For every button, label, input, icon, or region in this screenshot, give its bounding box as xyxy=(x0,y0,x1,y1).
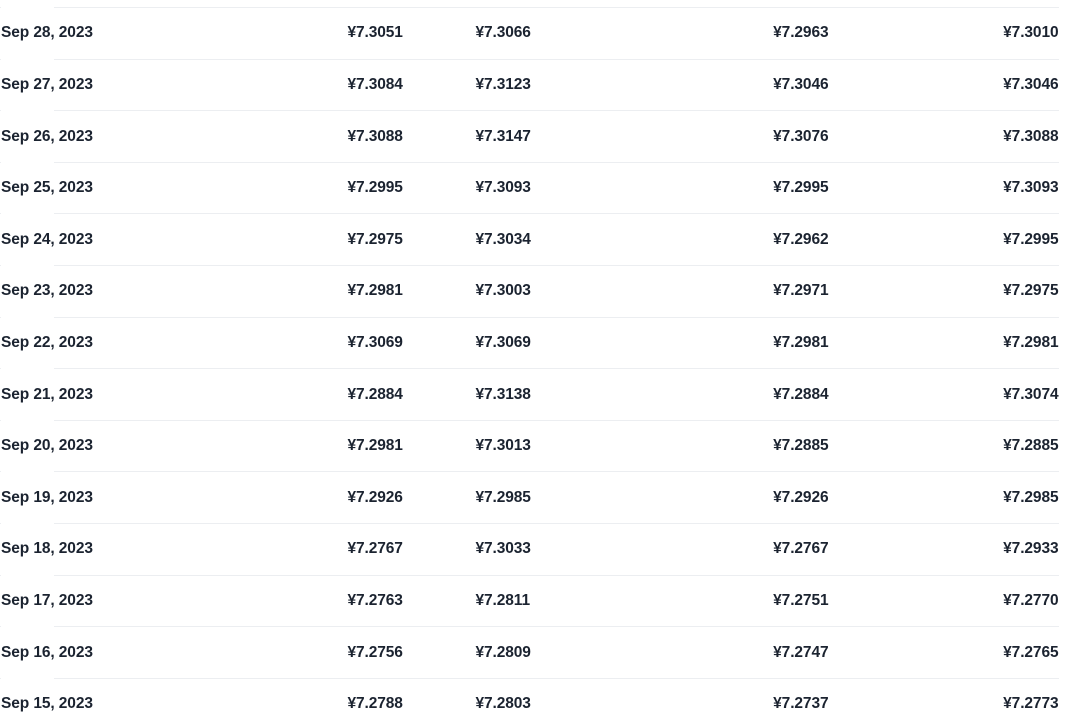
table-cell-low: ¥7.2985 xyxy=(703,0,829,9)
table-cell-open: ¥7.3084 xyxy=(347,59,476,112)
table-cell-close: ¥7.2981 xyxy=(828,317,1059,370)
table-row[interactable]: Sep 16, 2023 ¥7.2756 ¥7.2809 ¥7.2747 ¥7.2765 xyxy=(0,626,1059,679)
table-row[interactable]: Sep 23, 2023 ¥7.2981 ¥7.3003 ¥7.2971 ¥7.2975 xyxy=(0,265,1059,318)
table-cell-low: ¥7.2737 xyxy=(703,678,829,720)
table-cell-high: ¥7.3003 xyxy=(475,265,704,318)
table-cell-high: ¥7.3066 xyxy=(475,7,704,60)
table-cell-low: ¥7.2885 xyxy=(703,420,829,473)
table-row[interactable]: Sep 19, 2023 ¥7.2926 ¥7.2985 ¥7.2926 ¥7.2985 xyxy=(0,471,1059,525)
table-cell-close: ¥7.2995 xyxy=(828,213,1059,267)
table-cell-date: Sep 18, 2023 xyxy=(0,523,348,576)
table-cell-high: ¥7.3093 xyxy=(475,162,704,215)
table-cell-low: ¥7.2751 xyxy=(703,575,829,628)
table-cell-low: ¥7.2884 xyxy=(703,368,829,421)
table-cell-open: ¥7.2884 xyxy=(347,368,476,421)
table-row[interactable]: Sep 28, 2023 ¥7.3051 ¥7.3066 ¥7.2963 ¥7.3010 xyxy=(0,7,1059,60)
table-row[interactable]: Sep 17, 2023 ¥7.2763 ¥7.2811 ¥7.2751 ¥7.2770 xyxy=(0,575,1059,628)
table-row[interactable]: Sep 24, 2023 ¥7.2975 ¥7.3034 ¥7.2962 ¥7.2995 xyxy=(0,213,1059,267)
table-cell-high: ¥7.3055 xyxy=(475,0,704,9)
table-row[interactable]: Sep 18, 2023 ¥7.2767 ¥7.3033 ¥7.2767 ¥7.2933 xyxy=(0,523,1059,576)
table-cell-high: ¥7.3034 xyxy=(475,213,704,267)
table-cell-date: Sep 15, 2023 xyxy=(0,678,348,720)
table-cell-date: Sep 17, 2023 xyxy=(0,575,348,628)
table-cell-date: Sep 25, 2023 xyxy=(0,162,348,215)
table-cell-high: ¥7.2811 xyxy=(475,575,704,628)
table-cell-low: ¥7.2981 xyxy=(703,317,829,370)
exchange-rate-table-scroller[interactable]: Sep 29, 2023¥7.3011¥7.3055¥7.2985¥7.2985… xyxy=(0,0,1070,720)
table-cell-open: ¥7.2763 xyxy=(347,575,476,628)
table-cell-date: Sep 29, 2023 xyxy=(0,0,348,9)
table-cell-date: Sep 16, 2023 xyxy=(0,626,348,679)
table-cell-open: ¥7.3088 xyxy=(347,110,476,163)
table-cell-low: ¥7.2747 xyxy=(703,626,829,679)
table-cell-date: Sep 21, 2023 xyxy=(0,368,348,421)
table-cell-high: ¥7.3069 xyxy=(475,317,704,370)
table-cell-date: Sep 20, 2023 xyxy=(0,420,348,473)
exchange-rate-history-table: Sep 29, 2023¥7.3011¥7.3055¥7.2985¥7.2985… xyxy=(0,0,1059,720)
table-cell-close: ¥7.2885 xyxy=(828,420,1059,473)
table-cell-high: ¥7.3033 xyxy=(475,523,704,576)
table-cell-close: ¥7.2933 xyxy=(828,523,1059,576)
table-cell-low: ¥7.3046 xyxy=(703,59,829,112)
table-cell-open: ¥7.2926 xyxy=(347,471,476,525)
table-cell-high: ¥7.2809 xyxy=(475,626,704,679)
table-cell-open: ¥7.3069 xyxy=(347,317,476,370)
table-cell-date: Sep 27, 2023 xyxy=(0,59,348,112)
table-cell-low: ¥7.2767 xyxy=(703,523,829,576)
table-cell-open: ¥7.2995 xyxy=(347,162,476,215)
table-cell-close: ¥7.3093 xyxy=(828,162,1059,215)
table-cell-open: ¥7.2788 xyxy=(347,678,476,720)
table-cell-date: Sep 23, 2023 xyxy=(0,265,348,318)
table-cell-open: ¥7.2975 xyxy=(347,213,476,267)
table-cell-date: Sep 19, 2023 xyxy=(0,471,348,525)
table-cell-low: ¥7.2962 xyxy=(703,213,829,267)
table-cell-low: ¥7.3076 xyxy=(703,110,829,163)
table-cell-low: ¥7.2971 xyxy=(703,265,829,318)
table-cell-close: ¥7.2985 xyxy=(828,0,1059,9)
table-cell-open: ¥7.2756 xyxy=(347,626,476,679)
table-row[interactable]: Sep 25, 2023 ¥7.2995 ¥7.3093 ¥7.2995 ¥7.3093 xyxy=(0,162,1059,215)
table-cell-low: ¥7.2963 xyxy=(703,7,829,60)
table-cell-high: ¥7.3138 xyxy=(475,368,704,421)
table-cell-close: ¥7.2975 xyxy=(828,265,1059,318)
table-cell-open: ¥7.3051 xyxy=(347,7,476,60)
table-cell-open: ¥7.2981 xyxy=(347,420,476,473)
table-cell-high: ¥7.3123 xyxy=(475,59,704,112)
table-cell-open: ¥7.2767 xyxy=(347,523,476,576)
table-row[interactable]: Sep 29, 2023¥7.3011¥7.3055¥7.2985¥7.2985 xyxy=(0,0,1059,9)
table-cell-close: ¥7.2773 xyxy=(828,678,1059,720)
table-cell-high: ¥7.2985 xyxy=(475,471,704,525)
table-cell-high: ¥7.2803 xyxy=(475,678,704,720)
exchange-rate-table-viewport: Sep 29, 2023¥7.3011¥7.3055¥7.2985¥7.2985… xyxy=(0,0,1070,720)
table-row[interactable]: Sep 15, 2023 ¥7.2788 ¥7.2803 ¥7.2737 ¥7.2773 xyxy=(0,678,1059,720)
table-cell-low: ¥7.2995 xyxy=(703,162,829,215)
table-cell-open: ¥7.3011 xyxy=(347,0,476,9)
table-cell-close: ¥7.3046 xyxy=(828,59,1059,112)
table-cell-date: Sep 22, 2023 xyxy=(0,317,348,370)
table-row[interactable]: Sep 22, 2023 ¥7.3069 ¥7.3069 ¥7.2981 ¥7.2981 xyxy=(0,317,1059,370)
table-cell-date: Sep 28, 2023 xyxy=(0,7,348,60)
table-cell-close: ¥7.2985 xyxy=(828,471,1059,525)
table-row[interactable]: Sep 21, 2023 ¥7.2884 ¥7.3138 ¥7.2884 ¥7.3074 xyxy=(0,368,1059,421)
table-cell-close: ¥7.2770 xyxy=(828,575,1059,628)
table-row[interactable]: Sep 26, 2023 ¥7.3088 ¥7.3147 ¥7.3076 ¥7.3088 xyxy=(0,110,1059,163)
table-cell-close: ¥7.3088 xyxy=(828,110,1059,163)
exchange-rate-table-body: Sep 29, 2023¥7.3011¥7.3055¥7.2985¥7.2985… xyxy=(0,0,1059,720)
table-cell-high: ¥7.3147 xyxy=(475,110,704,163)
table-cell-close: ¥7.2765 xyxy=(828,626,1059,679)
table-cell-close: ¥7.3010 xyxy=(828,7,1059,60)
table-cell-date: Sep 24, 2023 xyxy=(0,213,348,267)
table-cell-open: ¥7.2981 xyxy=(347,265,476,318)
table-cell-high: ¥7.3013 xyxy=(475,420,704,473)
table-cell-close: ¥7.3074 xyxy=(828,368,1059,421)
table-row[interactable]: Sep 20, 2023 ¥7.2981 ¥7.3013 ¥7.2885 ¥7.2885 xyxy=(0,420,1059,473)
table-cell-date: Sep 26, 2023 xyxy=(0,110,348,163)
table-cell-low: ¥7.2926 xyxy=(703,471,829,525)
table-row[interactable]: Sep 27, 2023 ¥7.3084 ¥7.3123 ¥7.3046 ¥7.3046 xyxy=(0,59,1059,112)
